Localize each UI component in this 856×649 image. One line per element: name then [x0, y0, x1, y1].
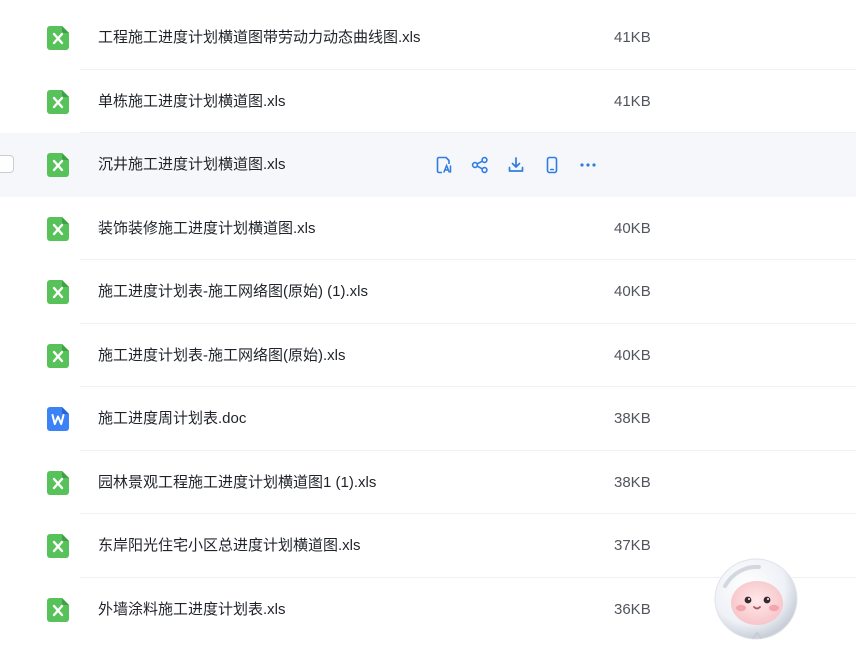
file-size: 36KB [614, 600, 651, 618]
excel-file-icon [47, 343, 69, 368]
row-checkbox[interactable] [0, 155, 14, 173]
file-name[interactable]: 外墙涂料施工进度计划表.xls [98, 578, 286, 642]
excel-file-icon [47, 280, 69, 304]
file-row[interactable]: 园林景观工程施工进度计划横道图1 (1).xls 38KB [0, 451, 856, 515]
file-name[interactable]: 施工进度计划表-施工网络图(原始).xls [98, 324, 346, 388]
file-size: 40KB [614, 219, 651, 237]
file-name[interactable]: 工程施工进度计划横道图带劳动力动态曲线图.xls [98, 6, 421, 70]
excel-file-icon [47, 470, 69, 495]
preview-icon[interactable] [432, 153, 456, 177]
file-size: 40KB [614, 346, 651, 364]
file-name[interactable]: 东岸阳光住宅小区总进度计划横道图.xls [98, 514, 361, 578]
excel-file-icon [47, 153, 69, 177]
file-row[interactable]: 施工进度计划表-施工网络图(原始) (1).xls 40KB [0, 260, 856, 324]
word-file-icon [47, 407, 69, 431]
excel-file-icon [47, 597, 69, 622]
excel-file-icon [47, 216, 69, 241]
excel-file-icon [47, 89, 69, 114]
file-name[interactable]: 装饰装修施工进度计划横道图.xls [98, 197, 316, 261]
file-name[interactable]: 单栋施工进度计划横道图.xls [98, 70, 286, 134]
file-size: 38KB [614, 473, 651, 491]
file-list: 工程施工进度计划横道图带劳动力动态曲线图.xls 41KB 单栋施工进度计划横道… [0, 6, 856, 641]
file-size: 40KB [614, 283, 651, 300]
assistant-mascot-icon[interactable] [713, 556, 799, 644]
send-to-phone-icon[interactable] [540, 153, 564, 177]
file-name[interactable]: 园林景观工程施工进度计划横道图1 (1).xls [98, 451, 376, 515]
file-row[interactable]: 单栋施工进度计划横道图.xls 41KB [0, 70, 856, 134]
file-row[interactable]: 装饰装修施工进度计划横道图.xls 40KB [0, 197, 856, 261]
file-size: 38KB [614, 410, 651, 427]
file-row[interactable]: 工程施工进度计划横道图带劳动力动态曲线图.xls 41KB [0, 6, 856, 70]
file-name[interactable]: 沉井施工进度计划横道图.xls [98, 133, 286, 197]
row-actions [432, 153, 600, 177]
file-row[interactable]: 施工进度计划表-施工网络图(原始).xls 40KB [0, 324, 856, 388]
file-size: 41KB [614, 92, 651, 110]
file-name[interactable]: 施工进度周计划表.doc [98, 387, 246, 451]
file-name[interactable]: 施工进度计划表-施工网络图(原始) (1).xls [98, 260, 368, 324]
excel-file-icon [47, 534, 69, 558]
more-icon[interactable] [576, 153, 600, 177]
file-size: 41KB [614, 29, 651, 46]
file-size: 37KB [614, 537, 651, 554]
file-row[interactable]: 施工进度周计划表.doc 38KB [0, 387, 856, 451]
download-icon[interactable] [504, 153, 528, 177]
file-row-hovered[interactable]: 沉井施工进度计划横道图.xls [0, 133, 856, 197]
excel-file-icon [47, 26, 69, 50]
share-icon[interactable] [468, 153, 492, 177]
